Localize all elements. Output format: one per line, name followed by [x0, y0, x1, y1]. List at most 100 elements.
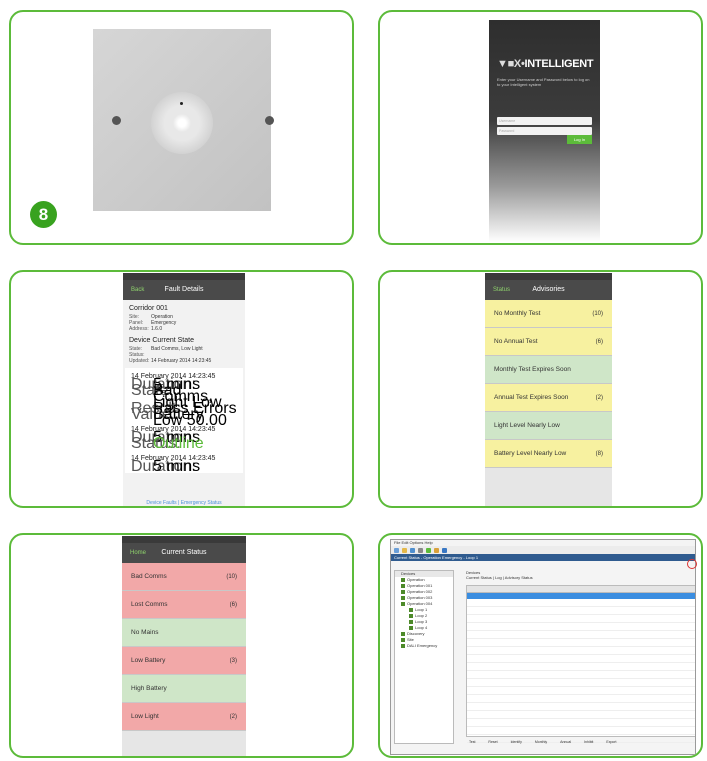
table-row[interactable] — [467, 639, 695, 647]
list-item-label: High Battery — [131, 685, 167, 692]
table-row[interactable] — [467, 599, 695, 607]
table-row[interactable] — [467, 711, 695, 719]
screw-icon — [265, 116, 274, 125]
device-name: Corridor 001 — [129, 305, 168, 312]
list-item[interactable]: Monthly Test Expires Soon — [485, 356, 612, 384]
username-field[interactable]: Username — [497, 117, 592, 125]
tab-current-status[interactable]: Current Status — [466, 575, 492, 580]
table-row[interactable] — [467, 703, 695, 711]
list-item[interactable]: No Mains — [122, 619, 246, 647]
settings-icon[interactable] — [442, 547, 447, 553]
fault-details-screen: Back Fault Details Corridor 001 Site: Ope… — [123, 273, 245, 506]
identify-button[interactable]: Identify — [511, 740, 522, 744]
product-panel-emergency-light: 8 — [9, 10, 354, 245]
list-item-label: Bad Comms — [131, 573, 167, 580]
table-row[interactable] — [467, 607, 695, 615]
device-icon — [409, 607, 413, 612]
device-icon — [401, 589, 405, 594]
screw-icon — [112, 116, 121, 125]
list-item[interactable]: No Monthly Test (10) — [485, 300, 612, 328]
device-table — [466, 585, 695, 743]
list-item-label: Annual Test Expires Soon — [494, 394, 569, 401]
refresh-icon[interactable] — [426, 547, 431, 553]
list-item-label: Light Level Nearly Low — [494, 422, 560, 429]
brand-logo: ▼■X•INTELLIGENT — [497, 58, 594, 70]
panel-current-status: Home Current Status Bad Comms (10) Lost Co… — [9, 533, 354, 758]
table-header — [467, 586, 695, 593]
screen-title: Fault Details — [164, 286, 204, 293]
footer-links: Device Faults | Emergency Status — [146, 500, 222, 506]
list-item[interactable]: Battery Level Nearly Low (8) — [485, 440, 612, 468]
nav-bar: Home Current Status — [122, 543, 246, 563]
table-row[interactable] — [467, 615, 695, 623]
list-item[interactable]: Light Level Nearly Low — [485, 412, 612, 440]
table-row[interactable] — [467, 647, 695, 655]
back-button[interactable]: Status — [493, 280, 510, 300]
folder-icon[interactable] — [434, 547, 439, 553]
list-item-count: (10) — [592, 310, 603, 317]
table-row[interactable] — [467, 727, 695, 735]
panel-desktop-software: File Edit Options Help Current Status - … — [378, 533, 703, 758]
action-buttons: Test Reset Identify Monthly Annual Inhib… — [469, 740, 617, 744]
tree-item[interactable]: DALI Emergency — [395, 643, 453, 649]
table-row[interactable] — [467, 663, 695, 671]
device-faults-link[interactable]: Device Faults — [146, 500, 176, 506]
panel-advisories: Status Advisories No Monthly Test (10) No … — [378, 270, 703, 508]
device-icon — [401, 601, 405, 606]
device-icon — [401, 595, 405, 600]
password-field[interactable]: Password — [497, 127, 592, 135]
save-icon[interactable] — [410, 547, 415, 553]
table-row[interactable] — [467, 695, 695, 703]
list-item[interactable]: High Battery — [122, 675, 246, 703]
device-icon — [401, 643, 405, 648]
list-item[interactable]: No Annual Test (6) — [485, 328, 612, 356]
list-item-count: (8) — [595, 450, 603, 457]
print-icon[interactable] — [418, 547, 423, 553]
screen-title: Advisories — [532, 286, 565, 293]
back-button[interactable]: Home — [130, 543, 146, 563]
list-item-count: (2) — [229, 713, 237, 720]
tab-advisory-status[interactable]: Advisory Status — [505, 575, 533, 580]
emergency-light-image — [93, 29, 274, 211]
test-button[interactable]: Test — [469, 740, 475, 744]
monthly-button[interactable]: Monthly — [535, 740, 547, 744]
list-item-label: Monthly Test Expires Soon — [494, 366, 571, 373]
inhibit-button[interactable]: Inhibit — [584, 740, 593, 744]
device-icon — [409, 625, 413, 630]
new-icon[interactable] — [394, 547, 399, 553]
tab-strip: Devices Current Status | Log | Advisory … — [466, 570, 533, 580]
indicator-led — [180, 102, 183, 105]
address-value: 1.6.0 — [151, 326, 163, 332]
back-button[interactable]: Back — [131, 280, 144, 300]
reset-button[interactable]: Reset — [488, 740, 497, 744]
table-row[interactable] — [467, 671, 695, 679]
status-bar — [485, 273, 612, 280]
login-button[interactable]: Log In — [567, 135, 592, 144]
emergency-status-link[interactable]: Emergency Status — [181, 500, 222, 506]
table-row[interactable] — [467, 631, 695, 639]
list-item-count: (3) — [229, 657, 237, 664]
export-button[interactable]: Export — [606, 740, 616, 744]
fault-history-list: 14 February 2014 14:23:45 Duration: 5 min… — [125, 368, 243, 475]
panel-login: ▼■X•INTELLIGENT Enter your Username and … — [378, 10, 703, 245]
toolbar — [391, 546, 695, 554]
open-icon[interactable] — [402, 547, 407, 553]
table-row[interactable] — [467, 655, 695, 663]
status-bar — [123, 273, 245, 280]
table-row[interactable] — [467, 687, 695, 695]
list-item[interactable]: Annual Test Expires Soon (2) — [485, 384, 612, 412]
table-row[interactable] — [467, 623, 695, 631]
list-item[interactable]: Low Light (2) — [122, 703, 246, 731]
annual-button[interactable]: Annual — [560, 740, 571, 744]
device-icon — [401, 637, 405, 642]
list-item-label: Low Light — [131, 713, 159, 720]
table-row[interactable] — [467, 679, 695, 687]
list-item[interactable]: Bad Comms (10) — [122, 563, 246, 591]
list-item[interactable]: Lost Comms (6) — [122, 591, 246, 619]
list-item-count: (6) — [229, 601, 237, 608]
tab-log[interactable]: Log — [495, 575, 502, 580]
device-icon — [401, 577, 405, 582]
table-row[interactable] — [467, 719, 695, 727]
list-item[interactable]: Low Battery (3) — [122, 647, 246, 675]
list-item-label: No Monthly Test — [494, 310, 541, 317]
